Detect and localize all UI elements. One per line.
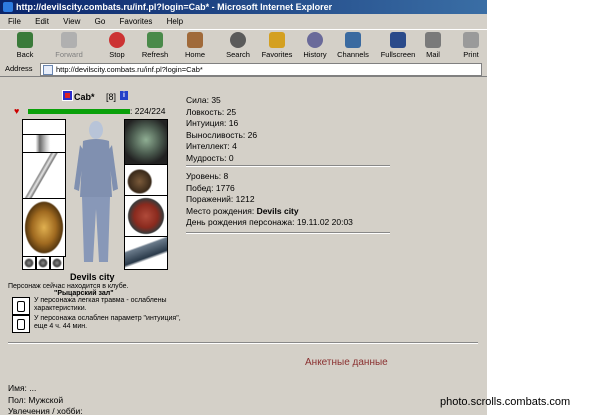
effect-injury-text: У персонажа легкая травма - ослаблены ха… [34,297,167,312]
profile-name: Имя: ... [8,383,37,393]
ie-logo-icon [3,2,13,12]
history-icon [307,32,323,48]
earring-slot[interactable] [22,119,66,135]
menu-help[interactable]: Help [167,17,183,26]
character-image[interactable] [70,117,122,267]
profile-fields: Имя: ... Пол: Мужской Увлечения / хобби: [8,383,83,415]
stop-button[interactable]: Stop [98,32,136,59]
channels-icon [345,32,361,48]
favorites-icon [269,32,285,48]
title-bar[interactable]: http://devilscity.combats.ru/inf.pl?logi… [0,0,487,14]
stat-wins: Побед: 1776 [186,182,235,193]
character-level: [8] [106,92,117,102]
home-button[interactable]: Home [176,32,214,59]
channels-button[interactable]: Channels [334,32,372,59]
search-icon [230,32,246,48]
refresh-button[interactable]: Refresh [136,32,174,59]
boots-slot[interactable] [124,236,168,270]
address-bar: Address http://devilscity.combats.ru/inf… [0,62,487,77]
window-title: http://devilscity.combats.ru/inf.pl?logi… [16,2,333,12]
stop-icon [109,32,125,48]
effect-intuition: У персонажа ослаблен параметр "интуиция"… [12,315,182,333]
home-icon [187,32,203,48]
profile-heading: Анкетные данные [305,357,388,368]
section-divider [8,342,478,344]
character-city: Devils city [70,272,115,282]
back-button[interactable]: Back [6,32,44,59]
menu-file[interactable]: File [8,17,21,26]
stat-intellect: Интеллект: 4 [186,141,237,151]
hp-bar [28,109,130,114]
mail-icon [425,32,441,48]
profile-gender: Пол: Мужской [8,394,64,405]
gloves-slot[interactable] [124,164,168,196]
injury-icon[interactable] [12,297,30,315]
menu-favorites[interactable]: Favorites [120,17,153,26]
refresh-icon [147,32,163,48]
address-label: Address [5,64,33,73]
forward-button[interactable]: Forward [50,32,88,59]
stat-endurance: Выносливость: 26 [186,129,258,140]
stat-birthplace: Место рождения: Devils city [186,205,299,216]
address-url: http://devilscity.combats.ru/inf.pl?logi… [56,65,203,74]
effect-intuition-text: У персонажа ослаблен параметр "интуиция"… [34,315,181,330]
menu-view[interactable]: View [63,17,80,26]
stat-intuition: Интуиция: 16 [186,118,239,128]
stat-agility: Ловкость: 25 [186,106,237,117]
menu-edit[interactable]: Edit [35,17,49,26]
ring-slot-1[interactable] [22,256,36,270]
shield-slot[interactable] [124,195,168,237]
stat-birthday: День рождения персонажа: 19.11.02 20:03 [186,217,353,227]
ring-slot-2[interactable] [36,256,50,270]
effect-injury: У персонажа легкая травма - ослаблены ха… [12,297,182,315]
stat-losses: Поражений: 1212 [186,194,255,204]
fullscreen-button[interactable]: Fullscreen [379,32,417,59]
back-arrow-icon [17,32,33,48]
print-button[interactable]: Print [452,32,490,59]
heart-icon: ♥ [14,106,20,116]
history-button[interactable]: History [296,32,334,59]
search-button[interactable]: Search [219,32,257,59]
mail-button[interactable]: Mail [414,32,452,59]
page-icon [43,65,53,75]
info-icon[interactable]: i [120,91,128,100]
attributes-list: Сила: 35 Ловкость: 25 Интуиция: 16 Вынос… [186,95,257,164]
profile-hobbies: Увлечения / хобби: [8,406,83,415]
page-content: Cab* [8] i ♥ : 224/224 Devils city Персо… [0,77,487,415]
address-input[interactable]: http://devilscity.combats.ru/inf.pl?logi… [40,63,482,76]
progress-list: Уровень: 8 Побед: 1776 Поражений: 1212 М… [186,171,353,229]
print-icon [463,32,479,48]
menu-bar: File Edit View Go Favorites Help [0,14,487,29]
favorites-button[interactable]: Favorites [258,32,296,59]
forward-arrow-icon [61,32,77,48]
intuition-effect-icon[interactable] [12,315,30,333]
character-nick: Cab* [74,92,95,102]
amulet-slot[interactable] [22,134,66,153]
location-text: Персонаж сейчас находится в клубе. [8,283,129,290]
stats-divider-2 [186,232,390,234]
clan-flag-icon[interactable] [62,90,73,101]
weapon-slot[interactable] [22,152,66,199]
ring-slot-3[interactable] [50,256,64,270]
toolbar: Back Forward Stop Refresh Home Search Fa… [0,29,487,64]
stats-divider-1 [186,165,390,167]
stat-wisdom: Мудрость: 0 [186,152,234,163]
armor-slot[interactable] [22,198,66,257]
hp-value: : 224/224 [130,106,166,116]
menu-go[interactable]: Go [95,17,106,26]
stat-level: Уровень: 8 [186,171,229,181]
watermark: photo.scrolls.combats.com [440,396,571,408]
fullscreen-icon [390,32,406,48]
helmet-slot[interactable] [124,119,168,165]
stat-strength: Сила: 35 [186,95,221,105]
hall-name: "Рыцарский зал" [54,290,114,297]
